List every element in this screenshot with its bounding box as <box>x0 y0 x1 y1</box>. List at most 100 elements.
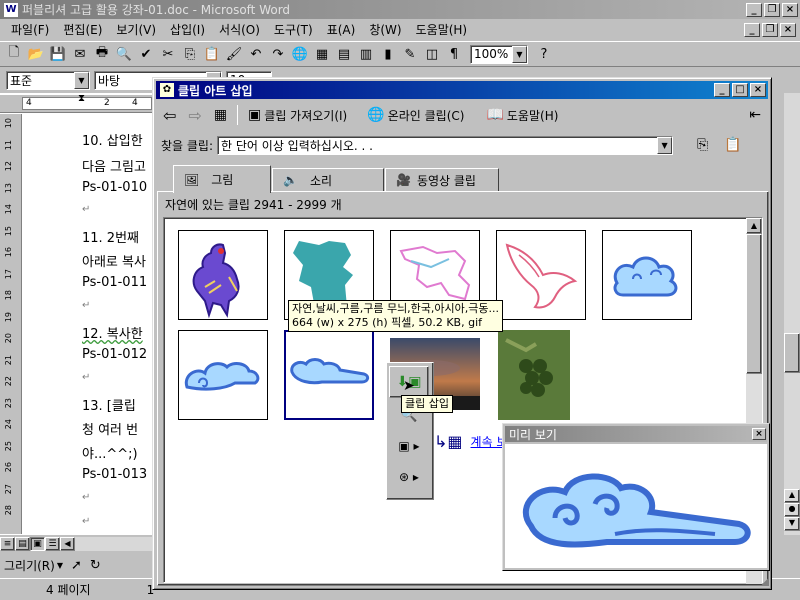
online-clips-label: 온라인 클립(C) <box>387 108 465 123</box>
style-value: 표준 <box>10 73 33 88</box>
horizontal-scrollbar[interactable] <box>75 536 152 551</box>
chevron-down-icon[interactable]: ▼ <box>57 561 63 570</box>
zoom-select[interactable]: 100% ▼ <box>470 44 528 64</box>
show-hide-icon[interactable]: ¶ <box>444 44 464 64</box>
new-doc-icon[interactable]: 🗋 <box>4 44 24 64</box>
menu-insert[interactable]: 삽입(I) <box>163 21 212 38</box>
menu-help[interactable]: 도움말(H) <box>409 21 475 38</box>
ruler-number: 23 <box>4 397 13 408</box>
import-clips-button[interactable]: ▣ 클립 가져오기(I) <box>242 104 353 126</box>
tables-borders-icon[interactable]: ▦ <box>312 44 332 64</box>
find-clips-input[interactable]: 한 단어 이상 입력하십시오. . . ▼ <box>217 135 674 155</box>
scroll-left-icon[interactable]: ◀ <box>60 536 75 551</box>
chevron-down-icon[interactable]: ▼ <box>512 45 527 63</box>
tab-pictures[interactable]: 🖼 그림 <box>173 165 271 193</box>
change-to-small-window-button[interactable]: ⇤ <box>743 104 767 126</box>
back-button[interactable]: ⇦ <box>157 104 182 126</box>
arrow-grid-icon: ↳▦ <box>434 432 463 451</box>
minimize-button[interactable]: _ <box>746 2 762 17</box>
browse-object-icon[interactable]: ● <box>784 503 800 517</box>
normal-view-icon[interactable]: ≡ <box>0 536 15 551</box>
ruler-number: 21 <box>4 354 13 365</box>
restore-button[interactable]: ❐ <box>764 2 780 17</box>
doc-restore-button[interactable]: ❐ <box>762 22 778 37</box>
menu-table[interactable]: 표(A) <box>320 21 363 38</box>
find-similar-button[interactable]: ⊛ ▸ <box>389 463 429 491</box>
indent-marker-icon[interactable]: ⧗ <box>78 93 85 104</box>
insert-table-icon[interactable]: ▤ <box>334 44 354 64</box>
size-grip[interactable]: ◢ <box>761 576 769 587</box>
chevron-down-icon[interactable]: ▼ <box>657 136 673 154</box>
help-button[interactable]: 📖 도움말(H) <box>480 104 564 126</box>
web-view-icon[interactable]: ▤ <box>15 536 30 551</box>
insert-excel-icon[interactable]: ▥ <box>356 44 376 64</box>
forward-button[interactable]: ⇨ <box>182 104 207 126</box>
style-select[interactable]: 표준 ▼ <box>6 70 90 90</box>
chevron-down-icon[interactable]: ▼ <box>74 71 89 89</box>
ruler-number: 17 <box>4 268 13 279</box>
close-button[interactable]: × <box>782 2 798 17</box>
paste-clip-button[interactable]: 📋 <box>724 137 741 153</box>
doc-line: 야...^^;) <box>82 447 138 462</box>
prev-page-icon[interactable]: ▲ <box>784 489 800 503</box>
menu-edit[interactable]: 편집(E) <box>56 21 109 38</box>
clip-thumbnail[interactable] <box>178 230 268 320</box>
menu-window[interactable]: 창(W) <box>362 21 408 38</box>
select-objects-icon[interactable]: ➚ <box>71 558 82 573</box>
clip-thumbnail[interactable] <box>496 230 586 320</box>
dialog-minimize-button[interactable]: _ <box>714 83 730 97</box>
vertical-scrollbar[interactable]: ▲ ● ▼ <box>784 93 800 535</box>
menu-tools[interactable]: 도구(T) <box>267 21 320 38</box>
spelling-icon[interactable]: ✔ <box>136 44 156 64</box>
format-painter-icon[interactable]: 🖌 <box>224 44 244 64</box>
doc-line: 10. 삽입한 <box>82 134 143 149</box>
doc-minimize-button[interactable]: _ <box>744 22 760 37</box>
print-layout-icon[interactable]: ▣ <box>30 536 45 551</box>
video-camera-icon: 🎥 <box>396 173 411 187</box>
outline-view-icon[interactable]: ☰ <box>45 536 60 551</box>
copy-clip-button[interactable]: ⎘ <box>697 137 708 153</box>
print-icon[interactable]: 🖶 <box>92 44 112 64</box>
gallery-scroll-thumb[interactable] <box>746 234 762 374</box>
paste-icon[interactable]: 📋 <box>202 44 222 64</box>
email-icon[interactable]: ✉ <box>70 44 90 64</box>
dialog-close-button[interactable]: × <box>750 83 766 97</box>
next-page-icon[interactable]: ▼ <box>784 517 800 531</box>
free-rotate-icon[interactable]: ↻ <box>90 558 101 573</box>
clip-info-tooltip: 자연,날씨,구름,구름 무늬,한국,아시아,극동... 664 (w) x 27… <box>288 300 504 332</box>
clip-thumbnail[interactable] <box>602 230 692 320</box>
save-icon[interactable]: 💾 <box>48 44 68 64</box>
draw-menu-label[interactable]: 그리기(R) <box>4 557 55 574</box>
doc-line: ↵ <box>82 492 91 503</box>
doc-close-button[interactable]: × <box>780 22 796 37</box>
redo-icon[interactable]: ↷ <box>268 44 288 64</box>
undo-icon[interactable]: ↶ <box>246 44 266 64</box>
tab-sounds[interactable]: 🔈 소리 <box>272 168 384 192</box>
ruler-number: 19 <box>4 311 13 322</box>
tab-videos[interactable]: 🎥 동영상 클립 <box>385 168 499 192</box>
online-clips-button[interactable]: 🌐 온라인 클립(C) <box>361 104 470 126</box>
dialog-maximize-button[interactable]: □ <box>732 83 748 97</box>
scroll-up-icon[interactable]: ▲ <box>746 218 762 234</box>
help-icon[interactable]: ? <box>534 44 554 64</box>
copy-icon[interactable]: ⎘ <box>180 44 200 64</box>
cut-icon[interactable]: ✂ <box>158 44 178 64</box>
open-folder-icon[interactable]: 📂 <box>26 44 46 64</box>
clip-thumbnail[interactable] <box>496 330 586 420</box>
clip-thumbnail[interactable] <box>178 330 268 420</box>
scroll-thumb[interactable] <box>784 333 800 373</box>
document-map-icon[interactable]: ◫ <box>422 44 442 64</box>
clip-thumbnail-selected[interactable] <box>284 330 374 420</box>
print-preview-icon[interactable]: 🔍 <box>114 44 134 64</box>
columns-icon[interactable]: ▮ <box>378 44 398 64</box>
drawing-icon[interactable]: ✎ <box>400 44 420 64</box>
menu-view[interactable]: 보기(V) <box>109 21 163 38</box>
dialog-toolbar: ⇦ ⇨ ▦ ▣ 클립 가져오기(I) 🌐 온라인 클립(C) 📖 도움말(H) … <box>157 102 767 128</box>
preview-close-button[interactable]: × <box>752 428 766 440</box>
menu-file[interactable]: 파일(F) <box>4 21 56 38</box>
add-to-favorites-button[interactable]: ▣ ▸ <box>389 432 429 460</box>
globe-icon: 🌐 <box>367 107 385 123</box>
all-categories-button[interactable]: ▦ <box>208 104 233 126</box>
hyperlink-icon[interactable]: 🌐 <box>290 44 310 64</box>
menu-format[interactable]: 서식(O) <box>212 21 267 38</box>
